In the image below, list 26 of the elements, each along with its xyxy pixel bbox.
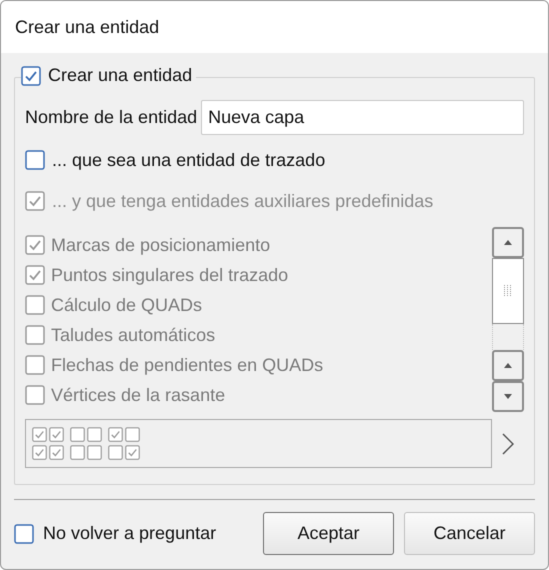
scroll-up-button[interactable]: [492, 227, 524, 258]
list-item-label: Flechas de pendientes en QUADs: [51, 354, 324, 377]
option-label: ... y que tenga entidades auxiliares predefinidas: [52, 190, 434, 213]
list-item-label: Marcas de posicionamiento: [51, 234, 270, 257]
checkbox-label: No volver a preguntar: [43, 522, 216, 545]
input-field[interactable]: Nueva capa: [201, 100, 524, 135]
scroll-down-button[interactable]: [492, 381, 524, 412]
scroll-thumb[interactable]: [492, 258, 524, 324]
down-triangle-icon: [504, 394, 512, 399]
scroll-up-button[interactable]: [492, 350, 524, 381]
option-label: ... que sea una entidad de trazado: [52, 148, 326, 172]
list-item-label: Vértices de la rasante: [51, 384, 226, 406]
accept-button[interactable]: Aceptar: [263, 512, 394, 555]
checkbox-icon[interactable]: [25, 150, 45, 170]
window-title: Crear una entidad: [15, 16, 160, 38]
chevron-right-icon: [502, 432, 514, 454]
list-item-label: Taludes automáticos: [51, 324, 216, 346]
cancel-button[interactable]: Cancelar: [404, 512, 535, 555]
up-triangle-icon: [504, 363, 512, 368]
up-triangle-icon: [504, 240, 512, 245]
list-item-label: Cálculo de QUADs: [51, 294, 202, 316]
list-item-label: Puntos singulares del trazado: [51, 264, 288, 287]
checked-checkbox-icon[interactable]: [21, 66, 41, 86]
group-label: Crear una entidad: [48, 64, 192, 87]
checkbox-icon[interactable]: [14, 524, 34, 544]
field-label: Nombre de la entidad: [25, 106, 198, 129]
